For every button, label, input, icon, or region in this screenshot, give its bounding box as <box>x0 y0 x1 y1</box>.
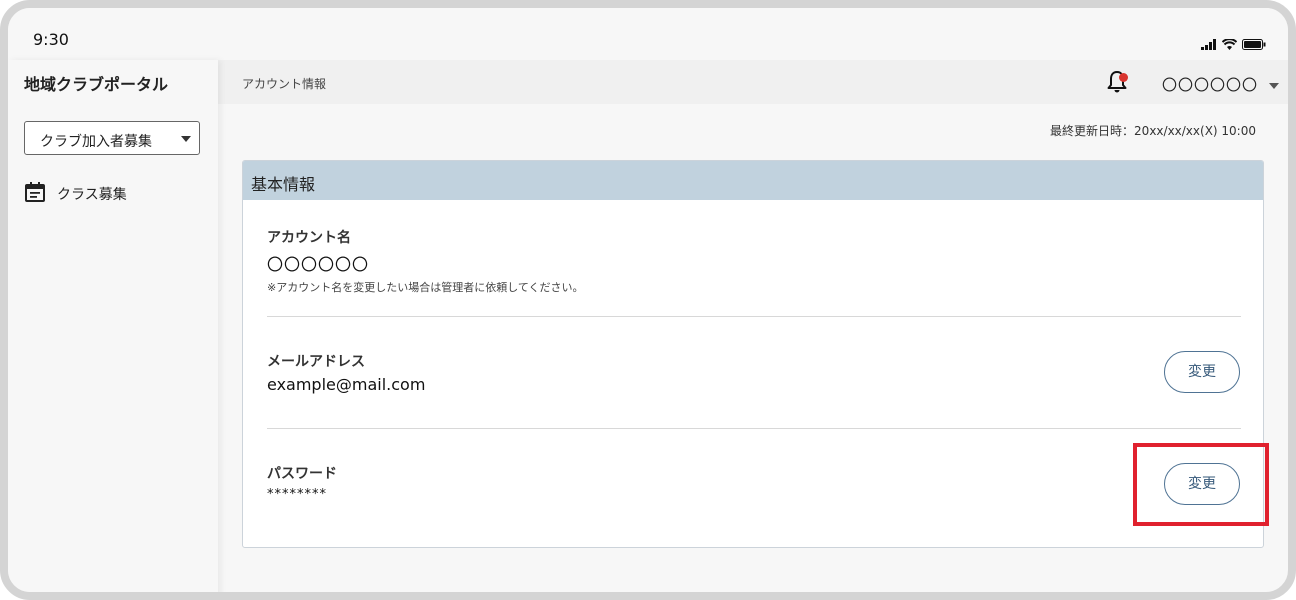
brand-title: 地域クラブポータル <box>24 75 169 94</box>
notification-dot <box>1119 73 1128 82</box>
email-label: メールアドレス <box>267 354 365 370</box>
sidebar: 地域クラブポータル クラブ加入者募集 クラス募集 <box>8 60 218 592</box>
password-value: ******** <box>267 487 327 502</box>
user-name: 〇〇〇〇〇〇 <box>1162 76 1259 94</box>
account-name-value: 〇〇〇〇〇〇 <box>267 255 370 274</box>
highlight-box <box>1133 443 1269 526</box>
battery-icon <box>1242 38 1266 50</box>
last-updated: 最終更新日時：20xx/xx/xx(X) 10:00 <box>1050 124 1256 138</box>
caret-down-icon <box>1269 82 1280 89</box>
top-bar: アカウント情報 〇〇〇〇〇〇 <box>218 60 1288 104</box>
divider <box>267 428 1241 429</box>
status-bar: 9:30 <box>8 8 1288 60</box>
card-title: 基本情報 <box>251 175 316 194</box>
basic-info-card: 基本情報 アカウント名 〇〇〇〇〇〇 ※アカウント名を変更したい場合は管理者に依… <box>242 160 1264 548</box>
caret-down-icon <box>181 136 191 142</box>
status-time: 9:30 <box>33 30 69 49</box>
account-name-note: ※アカウント名を変更したい場合は管理者に依頼してください。 <box>267 281 584 294</box>
card-header: 基本情報 <box>243 161 1263 200</box>
change-email-button[interactable]: 変更 <box>1164 351 1240 393</box>
club-selector[interactable]: クラブ加入者募集 <box>24 121 200 155</box>
club-selector-value: クラブ加入者募集 <box>40 134 152 150</box>
divider <box>267 316 1241 317</box>
signal-icon <box>1201 38 1216 50</box>
account-name-label: アカウント名 <box>267 230 351 246</box>
status-icons <box>1201 38 1266 50</box>
password-label: パスワード <box>267 466 337 482</box>
notification-button[interactable] <box>1105 69 1129 95</box>
sidebar-item-label: クラス募集 <box>57 187 127 203</box>
wifi-icon <box>1222 38 1237 50</box>
sidebar-item-class-recruit[interactable]: クラス募集 <box>24 181 204 205</box>
device-frame: 9:30 地域クラブポータル クラブ加入者募集 クラス募集 アカウント情報 〇〇… <box>0 0 1296 600</box>
breadcrumb: アカウント情報 <box>242 77 327 91</box>
calendar-icon <box>25 182 45 202</box>
email-value: example@mail.com <box>267 375 426 394</box>
user-menu[interactable]: 〇〇〇〇〇〇 <box>1162 74 1280 94</box>
